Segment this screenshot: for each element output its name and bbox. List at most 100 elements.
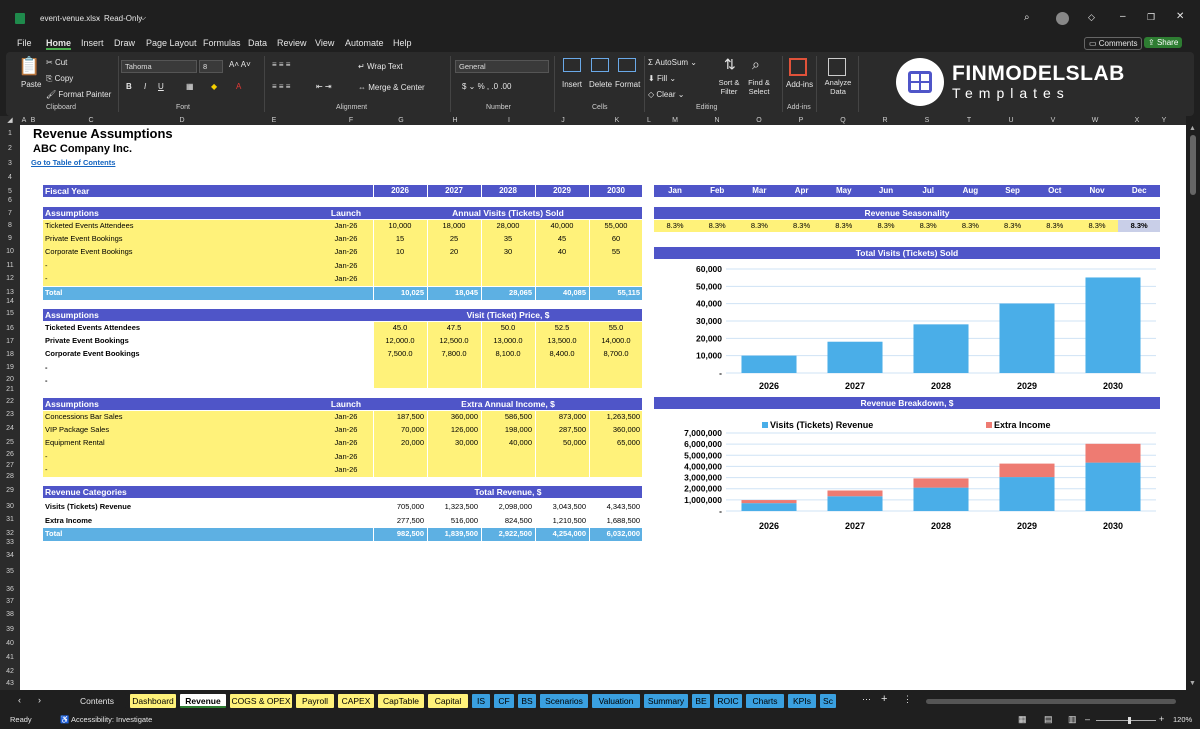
extra-row-launch[interactable]: Jan-26 xyxy=(318,464,374,476)
tab-contents[interactable]: Contents xyxy=(68,694,126,708)
visits-value-cell[interactable] xyxy=(374,260,426,272)
close-icon[interactable]: ✕ xyxy=(1176,11,1184,22)
col-header[interactable]: Q xyxy=(822,116,864,125)
extra-value-cell[interactable] xyxy=(374,464,424,476)
menu-file[interactable]: File xyxy=(17,38,32,48)
accessibility-status[interactable]: ♿ Accessibility: Investigate xyxy=(60,715,152,724)
autosum-button[interactable]: Σ AutoSum ⌄ xyxy=(648,58,697,67)
extra-row-launch[interactable]: Jan-26 xyxy=(318,437,374,449)
visits-value-cell[interactable]: 55,000 xyxy=(590,220,642,232)
sort-filter-icon[interactable]: ⇅ xyxy=(724,56,736,73)
seasonality-cell[interactable]: 8.3% xyxy=(1118,220,1160,232)
visits-value-cell[interactable] xyxy=(482,260,534,272)
price-value-cell[interactable]: 14,000.0 xyxy=(590,335,642,347)
comments-button[interactable]: ▭ Comments xyxy=(1084,37,1143,50)
price-value-cell[interactable] xyxy=(536,375,588,387)
insert-button[interactable]: Insert xyxy=(562,80,582,89)
row-header[interactable]: 4 xyxy=(0,174,20,181)
menu-view[interactable]: View xyxy=(315,38,334,48)
row-header[interactable]: 5 xyxy=(0,188,20,195)
chevron-down-icon[interactable]: ⌵ xyxy=(140,13,146,23)
menu-insert[interactable]: Insert xyxy=(81,38,104,48)
price-value-cell[interactable]: 12,000.0 xyxy=(374,335,426,347)
visits-value-cell[interactable]: 20 xyxy=(428,246,480,258)
row-header[interactable]: 10 xyxy=(0,248,20,255)
col-header[interactable]: O xyxy=(738,116,780,125)
row-header[interactable]: 27 xyxy=(0,462,20,469)
row-header[interactable]: 40 xyxy=(0,640,20,647)
row-header[interactable]: 29 xyxy=(0,487,20,494)
row-header[interactable]: 11 xyxy=(0,262,20,269)
seasonality-cell[interactable]: 8.3% xyxy=(907,220,949,232)
price-value-cell[interactable] xyxy=(428,375,480,387)
seasonality-cell[interactable]: 8.3% xyxy=(1034,220,1076,232)
row-header[interactable]: 34 xyxy=(0,552,20,559)
tab-dashboard[interactable]: Dashboard xyxy=(130,694,176,708)
price-value-cell[interactable] xyxy=(536,362,588,374)
extra-value-cell[interactable]: 65,000 xyxy=(590,437,640,449)
col-header[interactable]: K xyxy=(590,116,644,125)
tab-payroll[interactable]: Payroll xyxy=(296,694,334,708)
col-header[interactable]: U xyxy=(990,116,1032,125)
visits-value-cell[interactable] xyxy=(590,273,642,285)
menu-data[interactable]: Data xyxy=(248,38,267,48)
find-select-icon[interactable]: ⌕ xyxy=(752,56,760,73)
extra-value-cell[interactable] xyxy=(536,451,586,463)
zoom-slider-thumb[interactable] xyxy=(1128,717,1131,724)
row-header[interactable]: 6 xyxy=(0,197,20,204)
row-header[interactable]: 28 xyxy=(0,473,20,480)
price-value-cell[interactable] xyxy=(374,362,426,374)
menu-formulas[interactable]: Formulas xyxy=(203,38,241,48)
menu-page-layout[interactable]: Page Layout xyxy=(146,38,197,48)
extra-value-cell[interactable] xyxy=(428,464,478,476)
col-header[interactable]: E xyxy=(220,116,328,125)
tab-revenue[interactable]: Revenue xyxy=(180,694,226,708)
merge-center-button[interactable]: ⇔ Merge & Center xyxy=(358,83,425,92)
paste-icon[interactable]: 📋 xyxy=(18,56,40,77)
price-value-cell[interactable]: 55.0 xyxy=(590,322,642,334)
tab-cogs-opex[interactable]: COGS & OPEX xyxy=(230,694,292,708)
seasonality-cell[interactable]: 8.3% xyxy=(1076,220,1118,232)
row-header[interactable]: 12 xyxy=(0,275,20,282)
extra-value-cell[interactable]: 1,263,500 xyxy=(590,411,640,423)
extra-value-cell[interactable]: 126,000 xyxy=(428,424,478,436)
visits-value-cell[interactable] xyxy=(428,260,480,272)
extra-row-launch[interactable]: Jan-26 xyxy=(318,424,374,436)
tab-roic[interactable]: ROIC xyxy=(714,694,742,708)
page-layout-icon[interactable]: ▤ xyxy=(1044,714,1053,725)
tab-scenarios[interactable]: Scenarios xyxy=(540,694,588,708)
price-value-cell[interactable] xyxy=(590,375,642,387)
col-header[interactable]: A xyxy=(20,116,28,125)
toc-link[interactable]: Go to Table of Contents xyxy=(31,157,115,169)
extra-row-launch[interactable]: Jan-26 xyxy=(318,451,374,463)
row-header[interactable]: 22 xyxy=(0,398,20,405)
tab-sc[interactable]: Sc xyxy=(820,694,836,708)
font-color-icon[interactable]: A xyxy=(236,82,241,91)
italic-button[interactable]: I xyxy=(144,82,146,91)
add-sheet-icon[interactable]: + xyxy=(881,693,887,705)
extra-value-cell[interactable]: 30,000 xyxy=(428,437,478,449)
tab-is[interactable]: IS xyxy=(472,694,490,708)
visits-value-cell[interactable]: 55 xyxy=(590,246,642,258)
tab-be[interactable]: BE xyxy=(692,694,710,708)
row-header[interactable]: 36 xyxy=(0,586,20,593)
price-value-cell[interactable] xyxy=(482,375,534,387)
tab-options-icon[interactable]: ⋮ xyxy=(903,694,912,705)
vertical-scrollbar[interactable]: ▲ ▼ xyxy=(1186,125,1200,690)
row-header[interactable]: 32 xyxy=(0,530,20,537)
row-header[interactable]: 9 xyxy=(0,235,20,242)
extra-value-cell[interactable] xyxy=(428,451,478,463)
format-icon[interactable] xyxy=(618,58,636,72)
scroll-thumb[interactable] xyxy=(1190,135,1196,195)
extra-value-cell[interactable] xyxy=(482,464,532,476)
visits-value-cell[interactable]: 30 xyxy=(482,246,534,258)
worksheet-grid[interactable]: Revenue Assumptions ABC Company Inc. Go … xyxy=(20,125,1186,690)
tab-captable[interactable]: CapTable xyxy=(378,694,424,708)
extra-value-cell[interactable]: 187,500 xyxy=(374,411,424,423)
font-name-select[interactable]: Tahoma xyxy=(121,60,197,73)
row-header[interactable]: 18 xyxy=(0,351,20,358)
visits-value-cell[interactable]: 15 xyxy=(374,233,426,245)
row-header[interactable]: 15 xyxy=(0,310,20,317)
price-value-cell[interactable] xyxy=(374,375,426,387)
row-header[interactable]: 14 xyxy=(0,298,20,305)
